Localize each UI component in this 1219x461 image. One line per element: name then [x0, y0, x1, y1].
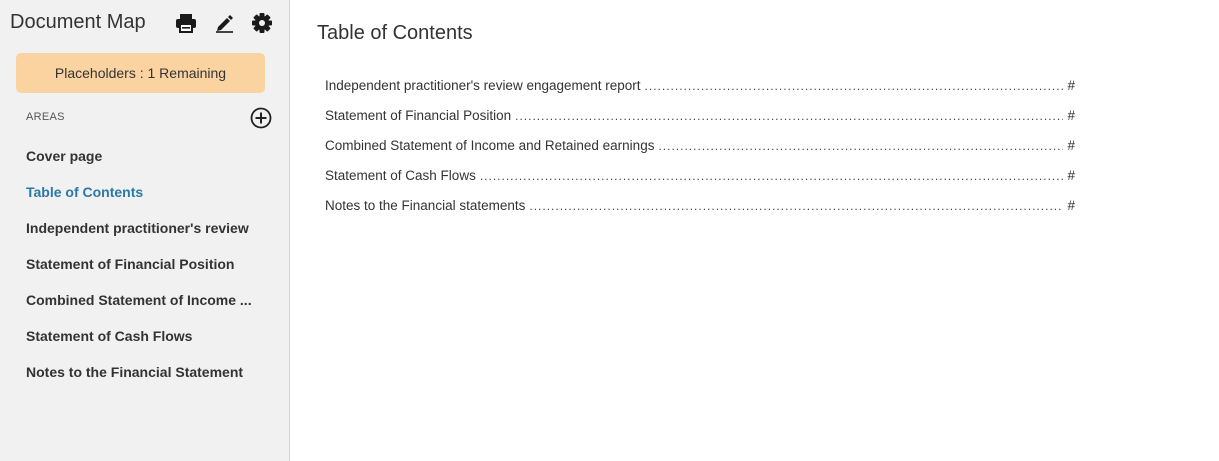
toc-dot-leader: ........................................…: [529, 199, 1063, 213]
table-of-contents: Independent practitioner's review engage…: [325, 71, 1075, 221]
sidebar-item-notes-to-financial-statement[interactable]: Notes to the Financial Statement: [26, 354, 276, 390]
toc-dot-leader: ........................................…: [644, 79, 1064, 93]
areas-header: AREAS: [26, 106, 272, 130]
toc-entry-title: Statement of Cash Flows: [325, 168, 476, 183]
sidebar-header: Document Map: [10, 10, 280, 36]
toc-entry-page: #: [1067, 108, 1075, 123]
toc-dot-leader: ........................................…: [479, 169, 1064, 183]
toc-entry-page: #: [1067, 78, 1075, 93]
sidebar-item-statement-of-financial-position[interactable]: Statement of Financial Position: [26, 246, 276, 282]
toc-entry-title: Statement of Financial Position: [325, 108, 512, 123]
sidebar-item-table-of-contents[interactable]: Table of Contents: [26, 174, 276, 210]
areas-list: Cover page Table of Contents Independent…: [26, 138, 276, 390]
edit-icon[interactable]: [212, 11, 236, 35]
toc-entry-title: Combined Statement of Income and Retaine…: [325, 138, 655, 153]
toc-entry-page: #: [1067, 198, 1075, 213]
toc-dot-leader: ........................................…: [515, 109, 1064, 123]
page-title: Table of Contents: [317, 22, 473, 44]
sidebar-item-independent-practitioners-review[interactable]: Independent practitioner's review: [26, 210, 276, 246]
toc-entry[interactable]: Statement of Cash Flows ................…: [325, 161, 1075, 191]
placeholders-remaining-button[interactable]: Placeholders : 1 Remaining: [16, 53, 265, 93]
toc-dot-leader: ........................................…: [658, 139, 1063, 153]
toc-entry-page: #: [1067, 168, 1075, 183]
toc-entry[interactable]: Independent practitioner's review engage…: [325, 71, 1075, 101]
toc-entry[interactable]: Statement of Financial Position ........…: [325, 101, 1075, 131]
sidebar-title: Document Map: [10, 11, 146, 33]
toc-entry[interactable]: Notes to the Financial statements ......…: [325, 191, 1075, 221]
sidebar-toolbar: [160, 10, 274, 36]
print-icon[interactable]: [174, 11, 198, 35]
toc-entry-title: Notes to the Financial statements: [325, 198, 526, 213]
sidebar-item-combined-statement-of-income[interactable]: Combined Statement of Income ...: [26, 282, 276, 318]
gear-icon[interactable]: [250, 11, 274, 35]
toc-entry-title: Independent practitioner's review engage…: [325, 78, 641, 93]
areas-label: AREAS: [26, 111, 65, 123]
toc-entry[interactable]: Combined Statement of Income and Retaine…: [325, 131, 1075, 161]
sidebar-item-statement-of-cash-flows[interactable]: Statement of Cash Flows: [26, 318, 276, 354]
add-area-icon[interactable]: [250, 107, 272, 129]
sidebar-item-cover-page[interactable]: Cover page: [26, 138, 276, 174]
document-content: Table of Contents Independent practition…: [291, 0, 1219, 461]
toc-entry-page: #: [1067, 138, 1075, 153]
document-map-sidebar: Document Map Placeholders: 1 Remaining …: [0, 0, 290, 461]
